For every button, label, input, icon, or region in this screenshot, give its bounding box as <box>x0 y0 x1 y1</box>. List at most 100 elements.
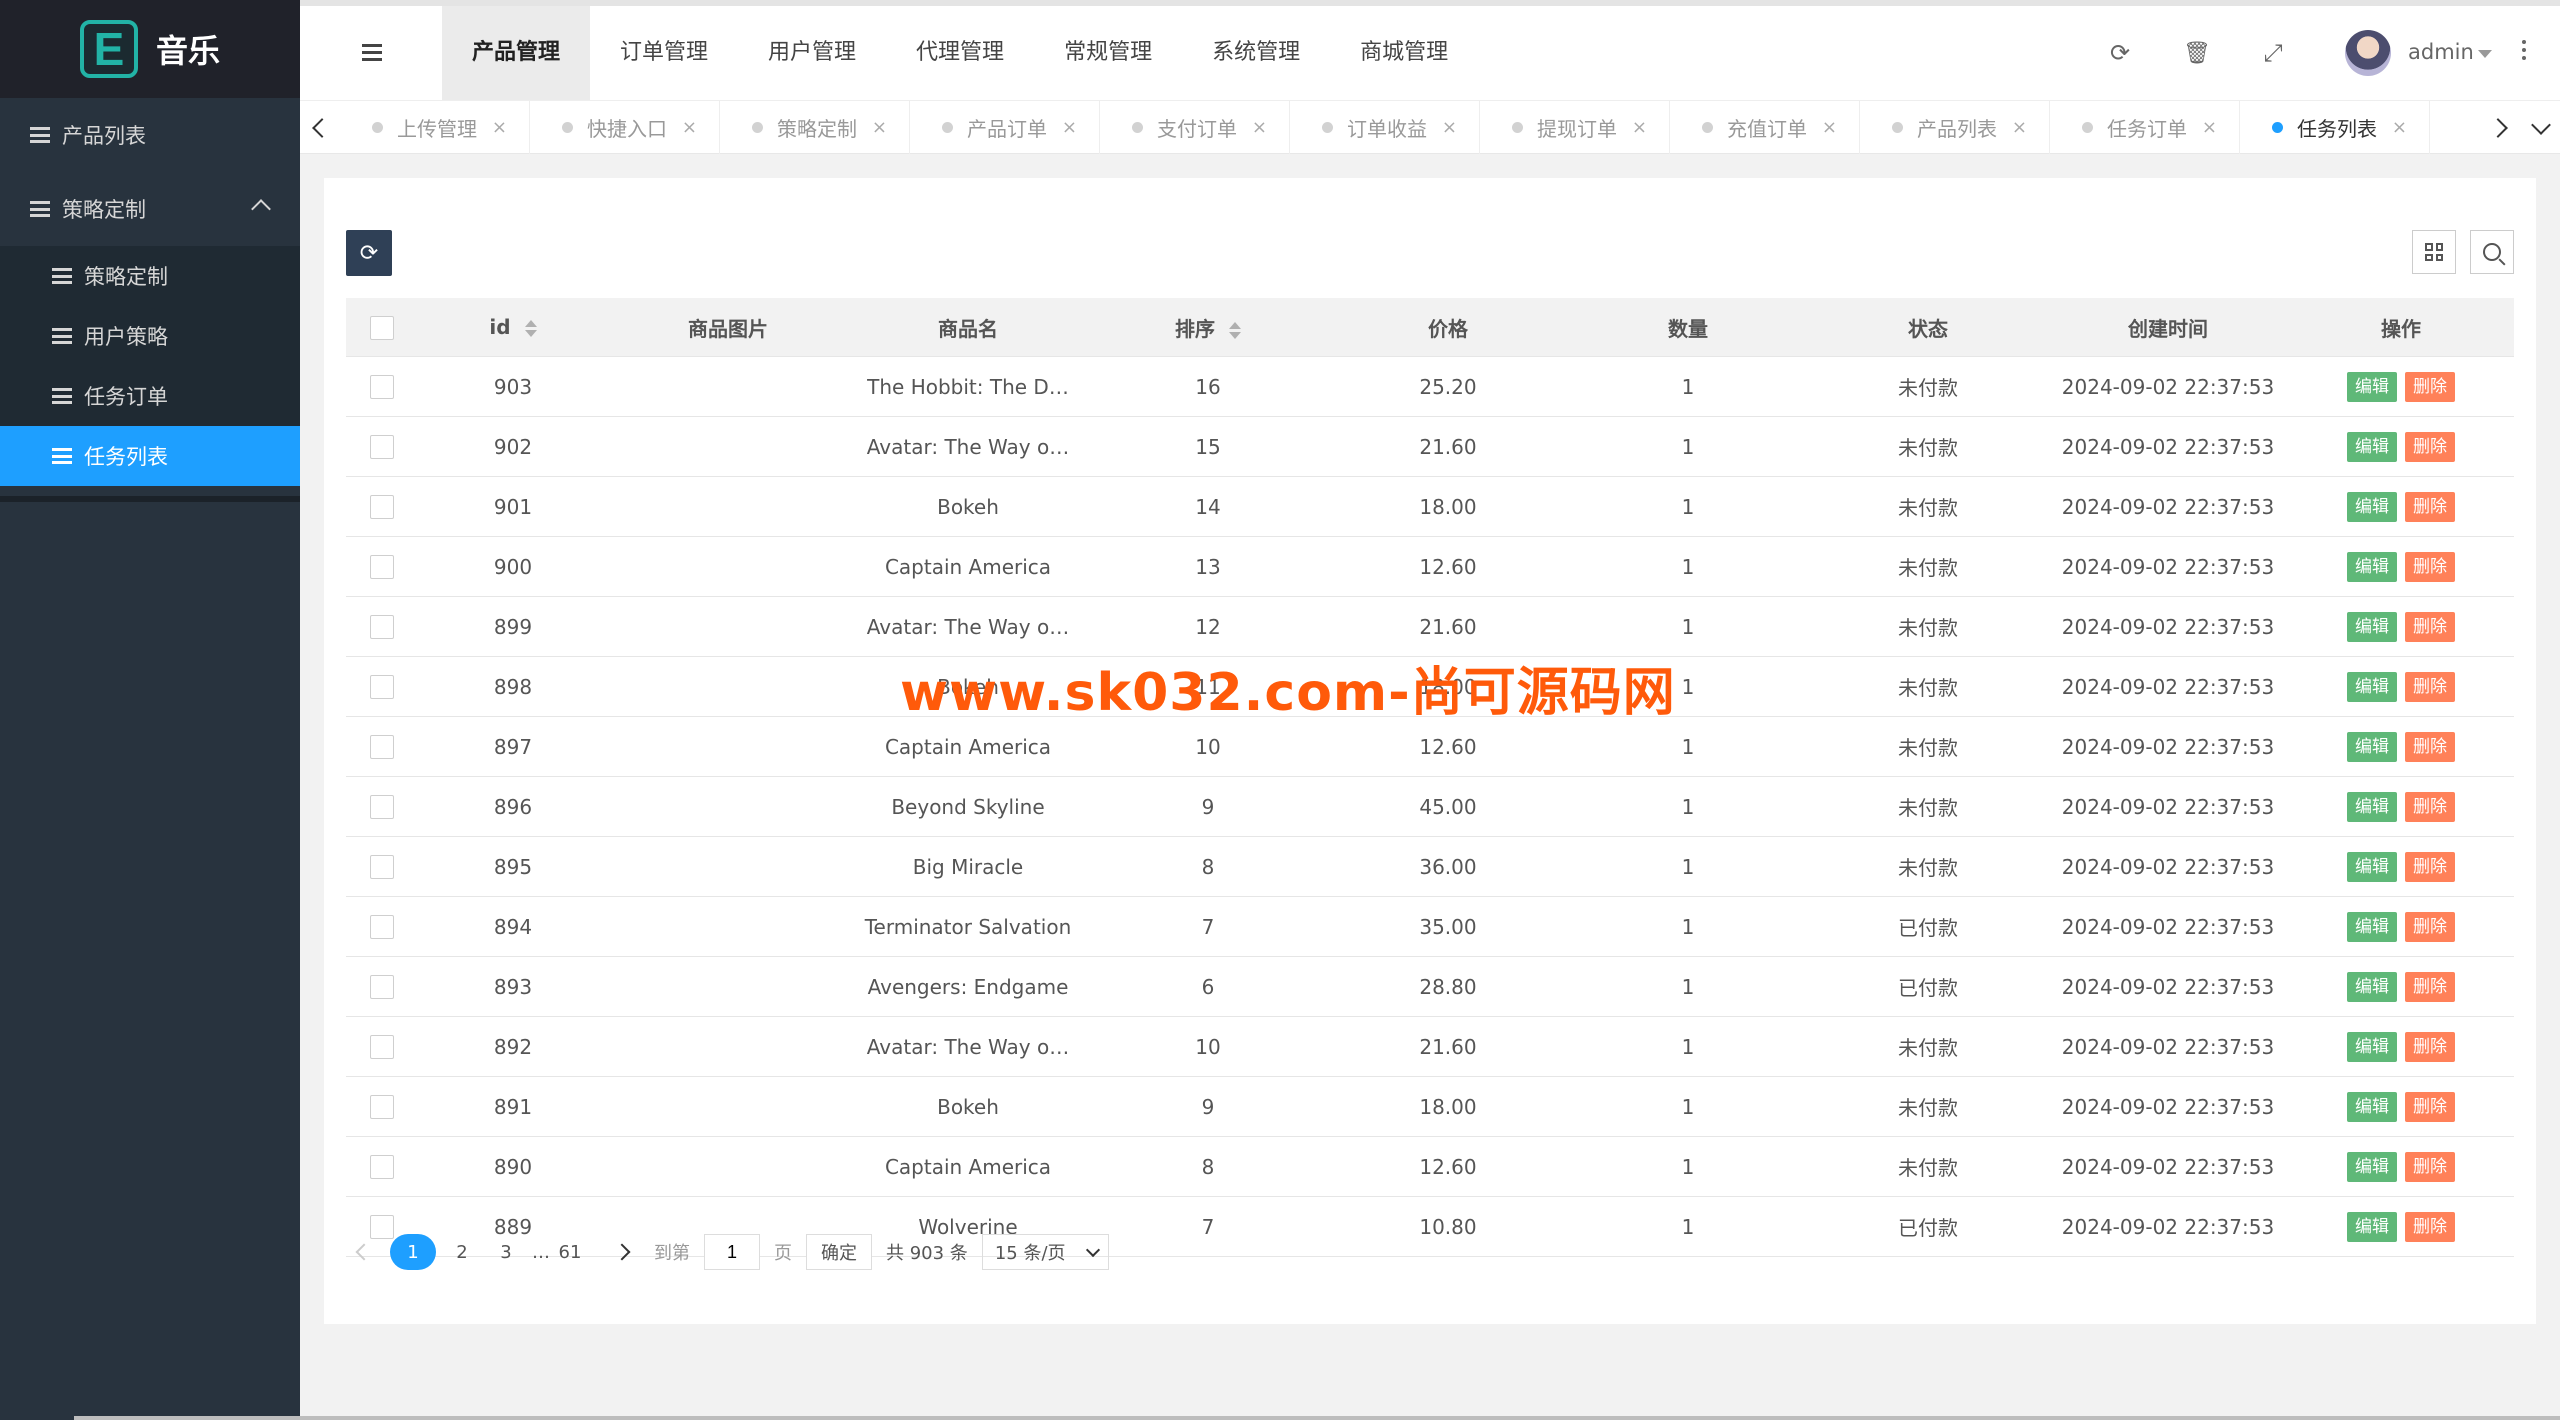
delete-button[interactable]: 删除 <box>2405 371 2455 402</box>
columns-toggle-button[interactable] <box>2412 230 2456 274</box>
logo[interactable]: E 音乐 <box>0 0 300 98</box>
user-name[interactable]: admin <box>2408 40 2474 64</box>
delete-button[interactable]: 删除 <box>2405 1151 2455 1182</box>
edit-button[interactable]: 编辑 <box>2347 1031 2397 1062</box>
more-vertical-icon[interactable] <box>2522 40 2526 60</box>
page-button[interactable]: 3 <box>488 1234 524 1270</box>
fullscreen-icon[interactable]: ⤢ <box>2256 36 2290 70</box>
topnav-mall[interactable]: 商城管理 <box>1330 6 1478 100</box>
row-checkbox[interactable] <box>370 975 394 1000</box>
edit-button[interactable]: 编辑 <box>2347 1211 2397 1242</box>
page-size-select[interactable]: 15 条/页 <box>981 1234 1109 1270</box>
table-row[interactable]: 891 Bokeh 9 18.00 1 未付款 2024-09-02 22:37:53 编辑删… <box>346 1076 2514 1137</box>
edit-button[interactable]: 编辑 <box>2347 371 2397 402</box>
close-icon[interactable]: × <box>1062 117 1077 138</box>
edit-button[interactable]: 编辑 <box>2347 1091 2397 1122</box>
edit-button[interactable]: 编辑 <box>2347 971 2397 1002</box>
tabs-menu-button[interactable] <box>2522 101 2560 154</box>
sidebar-subitem-task-orders[interactable]: 任务订单 <box>0 366 300 426</box>
delete-button[interactable]: 删除 <box>2405 971 2455 1002</box>
row-checkbox[interactable] <box>370 1035 394 1060</box>
table-row[interactable]: 903 The Hobbit: The D… 16 25.20 1 未付款 2024-09-… <box>346 356 2514 417</box>
delete-button[interactable]: 删除 <box>2405 731 2455 762</box>
delete-button[interactable]: 删除 <box>2405 1211 2455 1242</box>
close-icon[interactable]: × <box>2012 117 2027 138</box>
next-page-button[interactable] <box>604 1234 640 1270</box>
col-id[interactable]: id <box>418 298 608 357</box>
close-icon[interactable]: × <box>872 117 887 138</box>
edit-button[interactable]: 编辑 <box>2347 851 2397 882</box>
delete-button[interactable]: 删除 <box>2405 851 2455 882</box>
table-row[interactable]: 893 Avengers: Endgame 6 28.80 1 已付款 2024-09-02… <box>346 956 2514 1017</box>
topnav-agent[interactable]: 代理管理 <box>886 6 1034 100</box>
tab-task-list[interactable]: 任务列表 × <box>2240 101 2430 154</box>
tab-order-income[interactable]: 订单收益 × <box>1290 101 1480 154</box>
tab-task-orders[interactable]: 任务订单 × <box>2050 101 2240 154</box>
tab-product-list[interactable]: 产品列表 × <box>1860 101 2050 154</box>
topnav-product[interactable]: 产品管理 <box>442 6 591 100</box>
edit-button[interactable]: 编辑 <box>2347 911 2397 942</box>
trash-icon[interactable]: 🗑 <box>2180 36 2214 70</box>
tab-recharge-orders[interactable]: 充值订单 × <box>1670 101 1860 154</box>
sidebar-subitem-strategy-custom[interactable]: 策略定制 <box>0 246 300 306</box>
edit-button[interactable]: 编辑 <box>2347 491 2397 522</box>
search-toggle-button[interactable] <box>2470 230 2514 274</box>
close-icon[interactable]: × <box>2202 117 2217 138</box>
row-checkbox[interactable] <box>370 495 394 520</box>
close-icon[interactable]: × <box>1822 117 1837 138</box>
table-row[interactable]: 894 Terminator Salvation 7 35.00 1 已付款 2024-09… <box>346 896 2514 957</box>
table-row[interactable]: 898 Bokeh 11 18.00 1 未付款 2024-09-02 22:37:53 编辑… <box>346 656 2514 717</box>
tab-shortcut[interactable]: 快捷入口 × <box>530 101 720 154</box>
close-icon[interactable]: × <box>1632 117 1647 138</box>
table-row[interactable]: 890 Captain America 8 12.60 1 未付款 2024-09-02 2… <box>346 1136 2514 1197</box>
page-button-last[interactable]: 61 <box>552 1234 588 1270</box>
topnav-order[interactable]: 订单管理 <box>590 6 738 100</box>
table-row[interactable]: 901 Bokeh 14 18.00 1 未付款 2024-09-02 22:37:53 编辑… <box>346 476 2514 537</box>
goto-page-input[interactable] <box>704 1234 760 1270</box>
tab-strategy[interactable]: 策略定制 × <box>720 101 910 154</box>
close-icon[interactable]: × <box>1252 117 1267 138</box>
page-button[interactable]: 2 <box>444 1234 480 1270</box>
row-checkbox[interactable] <box>370 375 394 400</box>
table-row[interactable]: 892 Avatar: The Way o… 10 21.60 1 未付款 2024-09-… <box>346 1016 2514 1077</box>
goto-confirm-button[interactable]: 确定 <box>806 1234 872 1270</box>
caret-down-icon[interactable] <box>2478 50 2492 58</box>
row-checkbox[interactable] <box>370 435 394 460</box>
table-row[interactable]: 899 Avatar: The Way o… 12 21.60 1 未付款 2024-09-… <box>346 596 2514 657</box>
row-checkbox[interactable] <box>370 855 394 880</box>
sidebar-item-product-list[interactable]: 产品列表 <box>0 98 300 172</box>
table-refresh-button[interactable]: ⟳ <box>346 230 392 276</box>
page-button[interactable]: 1 <box>390 1234 436 1270</box>
close-icon[interactable]: × <box>2392 117 2407 138</box>
sort-icon[interactable] <box>524 320 537 337</box>
delete-button[interactable]: 删除 <box>2405 671 2455 702</box>
select-all-checkbox[interactable] <box>370 315 394 340</box>
row-checkbox[interactable] <box>370 1155 394 1180</box>
topnav-user[interactable]: 用户管理 <box>738 6 886 100</box>
topnav-general[interactable]: 常规管理 <box>1034 6 1182 100</box>
delete-button[interactable]: 删除 <box>2405 911 2455 942</box>
horizontal-scrollbar[interactable] <box>74 1416 2560 1420</box>
tabs-prev-button[interactable] <box>300 101 338 154</box>
row-checkbox[interactable] <box>370 555 394 580</box>
avatar[interactable] <box>2345 30 2391 76</box>
row-checkbox[interactable] <box>370 615 394 640</box>
close-icon[interactable]: × <box>682 117 697 138</box>
row-checkbox[interactable] <box>370 735 394 760</box>
row-checkbox[interactable] <box>370 915 394 940</box>
close-icon[interactable]: × <box>492 117 507 138</box>
row-checkbox[interactable] <box>370 1095 394 1120</box>
table-row[interactable]: 895 Big Miracle 8 36.00 1 未付款 2024-09-02 22:37… <box>346 836 2514 897</box>
delete-button[interactable]: 删除 <box>2405 611 2455 642</box>
sidebar-subitem-task-list[interactable]: 任务列表 <box>0 426 300 486</box>
row-checkbox[interactable] <box>370 675 394 700</box>
prev-page-button[interactable] <box>346 1234 382 1270</box>
edit-button[interactable]: 编辑 <box>2347 731 2397 762</box>
sidebar-subitem-user-strategy[interactable]: 用户策略 <box>0 306 300 366</box>
table-row[interactable]: 897 Captain America 10 12.60 1 未付款 2024-09-02 … <box>346 716 2514 777</box>
edit-button[interactable]: 编辑 <box>2347 671 2397 702</box>
tab-product-orders[interactable]: 产品订单 × <box>910 101 1100 154</box>
tabs-next-button[interactable] <box>2482 101 2520 154</box>
row-checkbox[interactable] <box>370 795 394 820</box>
table-row[interactable]: 900 Captain America 13 12.60 1 未付款 2024-09-02 … <box>346 536 2514 597</box>
